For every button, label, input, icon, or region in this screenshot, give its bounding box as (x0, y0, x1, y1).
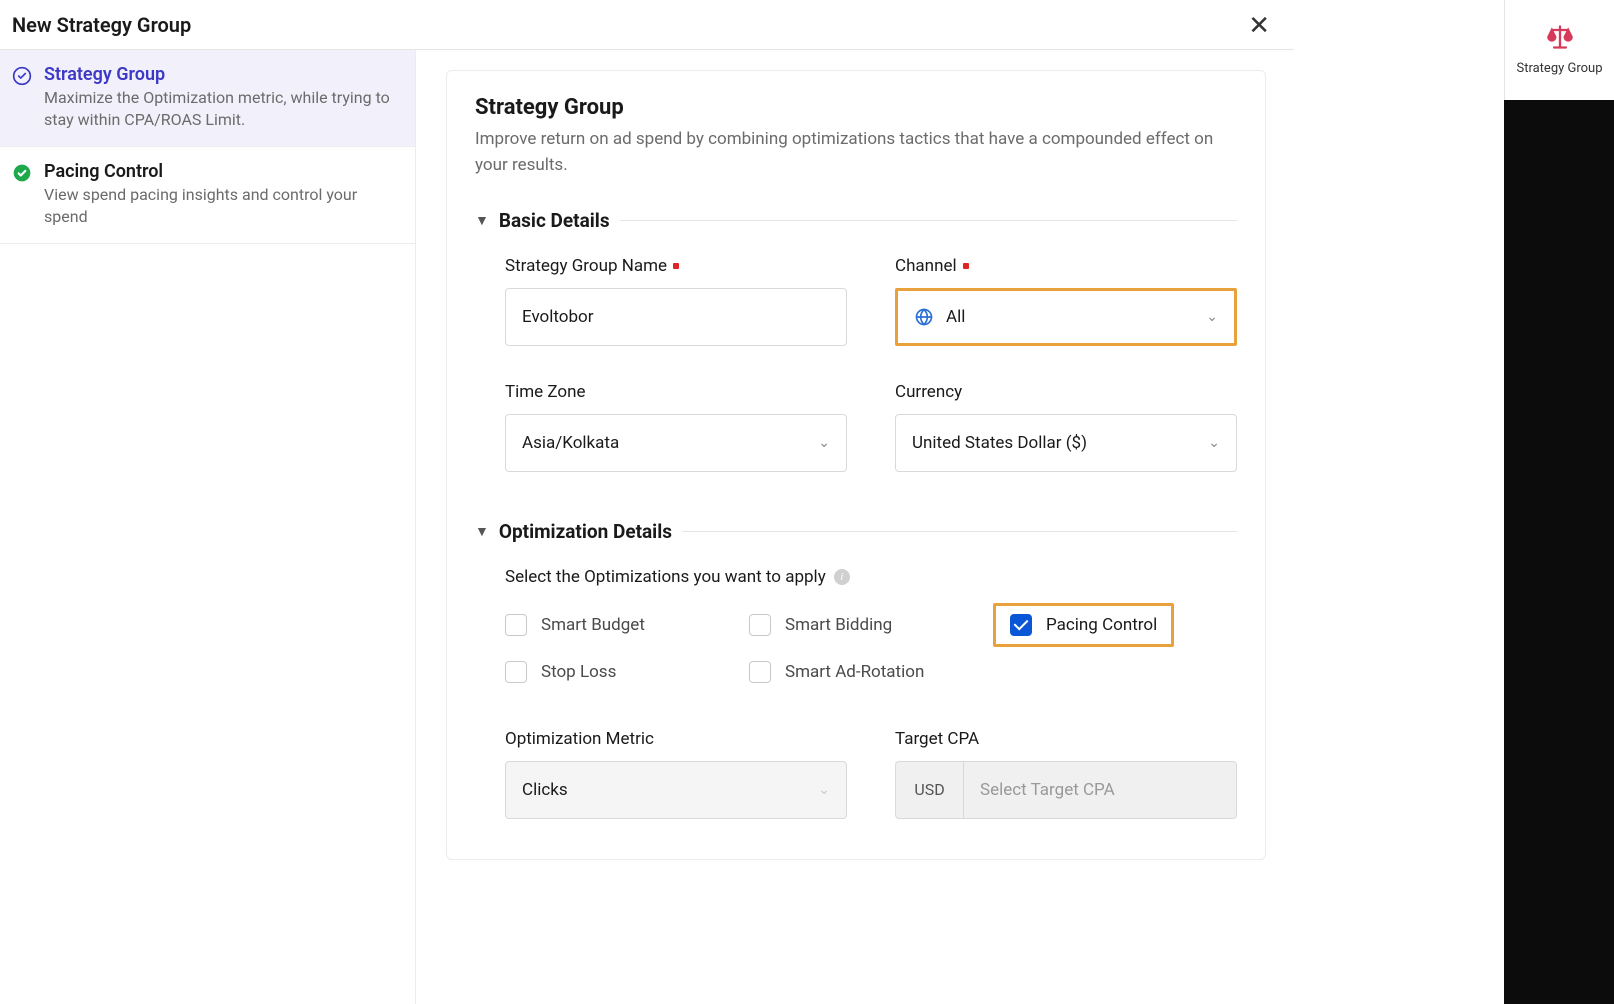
currency-select[interactable]: United States Dollar ($) ⌄ (895, 414, 1237, 472)
required-indicator (963, 263, 969, 269)
field-timezone: Time Zone Asia/Kolkata ⌄ (505, 382, 847, 472)
field-channel: Channel All (895, 256, 1237, 346)
main-panel: Strategy Group Improve return on ad spen… (416, 50, 1294, 1004)
channel-select[interactable]: All ⌄ (895, 288, 1237, 346)
field-currency: Currency United States Dollar ($) ⌄ (895, 382, 1237, 472)
globe-icon (914, 307, 934, 327)
form-card: Strategy Group Improve return on ad spen… (446, 70, 1266, 860)
checkbox-smart-ad-rotation[interactable]: Smart Ad-Rotation (749, 661, 993, 683)
field-label: Target CPA (895, 729, 1237, 749)
strategy-group-name-input[interactable]: Evoltobor (505, 288, 847, 346)
checkbox-smart-bidding[interactable]: Smart Bidding (749, 614, 993, 636)
optimization-prompt: Select the Optimizations you want to app… (475, 567, 1237, 587)
close-button[interactable]: ✕ (1244, 8, 1274, 42)
section-title: Basic Details (499, 209, 610, 232)
field-label: Time Zone (505, 382, 847, 402)
chevron-down-icon: ⌄ (1206, 309, 1218, 325)
checkbox-stop-loss[interactable]: Stop Loss (505, 661, 749, 683)
target-cpa-input[interactable]: Select Target CPA (963, 761, 1237, 819)
section-rule (682, 531, 1237, 532)
field-strategy-group-name: Strategy Group Name Evoltobor (505, 256, 847, 346)
step-complete-icon (12, 163, 32, 229)
section-optimization-details[interactable]: ▼ Optimization Details (475, 520, 1237, 543)
collapse-caret-icon: ▼ (475, 523, 489, 540)
scales-icon (1546, 23, 1574, 55)
checkbox-icon (749, 614, 771, 636)
modal-header: New Strategy Group ✕ (0, 0, 1294, 50)
checkbox-icon (505, 614, 527, 636)
collapse-caret-icon: ▼ (475, 212, 489, 229)
step-title: Pacing Control (44, 161, 397, 182)
page-title: New Strategy Group (12, 13, 191, 37)
right-rail-label: Strategy Group (1516, 61, 1602, 77)
chevron-down-icon: ⌄ (818, 782, 830, 798)
checkbox-checked-icon (1010, 614, 1032, 636)
step-desc: View spend pacing insights and control y… (44, 184, 397, 229)
close-icon: ✕ (1248, 10, 1270, 40)
chevron-down-icon: ⌄ (818, 435, 830, 451)
checkbox-pacing-control-highlight: Pacing Control (993, 603, 1174, 647)
steps-sidebar: Strategy Group Maximize the Optimization… (0, 50, 416, 1004)
field-label: Channel (895, 256, 1237, 276)
step-strategy-group[interactable]: Strategy Group Maximize the Optimization… (0, 50, 415, 147)
timezone-select[interactable]: Asia/Kolkata ⌄ (505, 414, 847, 472)
checkbox-smart-budget[interactable]: Smart Budget (505, 614, 749, 636)
step-title: Strategy Group (44, 64, 397, 85)
required-indicator (673, 263, 679, 269)
section-basic-details[interactable]: ▼ Basic Details (475, 209, 1237, 232)
field-label: Strategy Group Name (505, 256, 847, 276)
checkbox-icon (749, 661, 771, 683)
step-desc: Maximize the Optimization metric, while … (44, 87, 397, 132)
form-title: Strategy Group (475, 95, 1237, 120)
checkbox-pacing-control[interactable]: Pacing Control (1010, 614, 1157, 636)
chevron-down-icon: ⌄ (1208, 435, 1220, 451)
form-subtitle: Improve return on ad spend by combining … (475, 126, 1237, 179)
section-title: Optimization Details (499, 520, 672, 543)
checkbox-icon (505, 661, 527, 683)
field-label: Currency (895, 382, 1237, 402)
right-rail-item-strategy-group[interactable]: Strategy Group (1504, 0, 1614, 100)
info-icon[interactable]: i (834, 569, 850, 585)
optimization-metric-select[interactable]: Clicks ⌄ (505, 761, 847, 819)
field-target-cpa: Target CPA USD Select Target CPA (895, 729, 1237, 819)
step-pacing-control[interactable]: Pacing Control View spend pacing insight… (0, 147, 415, 244)
section-rule (620, 220, 1237, 221)
cpa-currency-prefix: USD (895, 761, 963, 819)
field-label: Optimization Metric (505, 729, 847, 749)
step-active-icon (12, 66, 32, 132)
field-optimization-metric: Optimization Metric Clicks ⌄ (505, 729, 847, 819)
right-rail: Strategy Group (1504, 0, 1614, 1004)
